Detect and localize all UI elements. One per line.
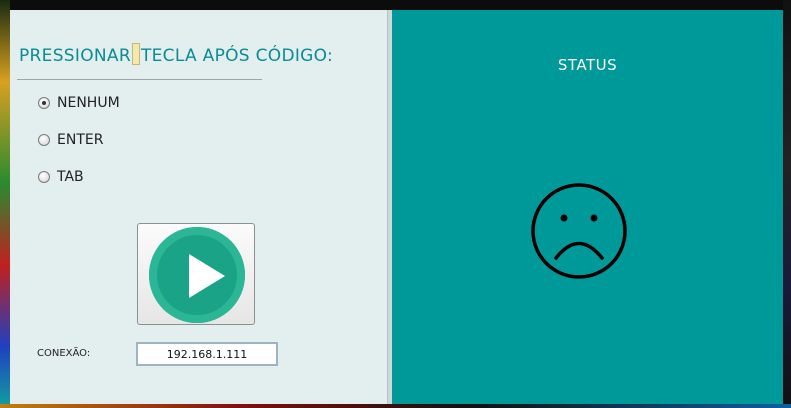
app-window: PRESSIONAR TECLA APÓS CÓDIGO: NENHUM ENTE… [10,10,783,404]
play-circle-icon [149,227,245,323]
play-icon [189,254,225,298]
desktop-background-top [0,0,791,10]
radio-label-tab: TAB [57,169,84,185]
radio-label-nenhum: NENHUM [57,95,120,111]
radio-option-nenhum[interactable]: NENHUM [38,95,120,111]
radio-unselected-icon[interactable] [38,134,50,146]
desktop-background-right [783,0,791,408]
status-panel: STATUS [392,10,783,404]
status-title: STATUS [557,56,618,74]
desktop-background-left [0,0,10,408]
radio-selected-icon[interactable] [38,97,50,109]
connection-ip-input[interactable] [136,342,278,366]
radio-option-enter[interactable]: ENTER [38,132,103,148]
radio-option-tab[interactable]: TAB [38,169,84,185]
heading-text-end: TECLA APÓS CÓDIGO: [140,46,334,66]
key-after-code-heading: PRESSIONAR TECLA APÓS CÓDIGO: [19,43,333,66]
heading-text-start: PRESSIONAR [19,46,131,66]
sad-face-icon [531,183,627,279]
radio-label-enter: ENTER [57,132,104,148]
radio-unselected-icon[interactable] [38,171,50,183]
config-panel: PRESSIONAR TECLA APÓS CÓDIGO: NENHUM ENTE… [10,10,387,404]
heading-separator [17,79,262,80]
desktop-background-bottom [0,404,791,408]
start-button[interactable] [137,223,255,325]
text-cursor-marker [131,43,140,65]
connection-label: CONEXÃO: [37,348,91,359]
